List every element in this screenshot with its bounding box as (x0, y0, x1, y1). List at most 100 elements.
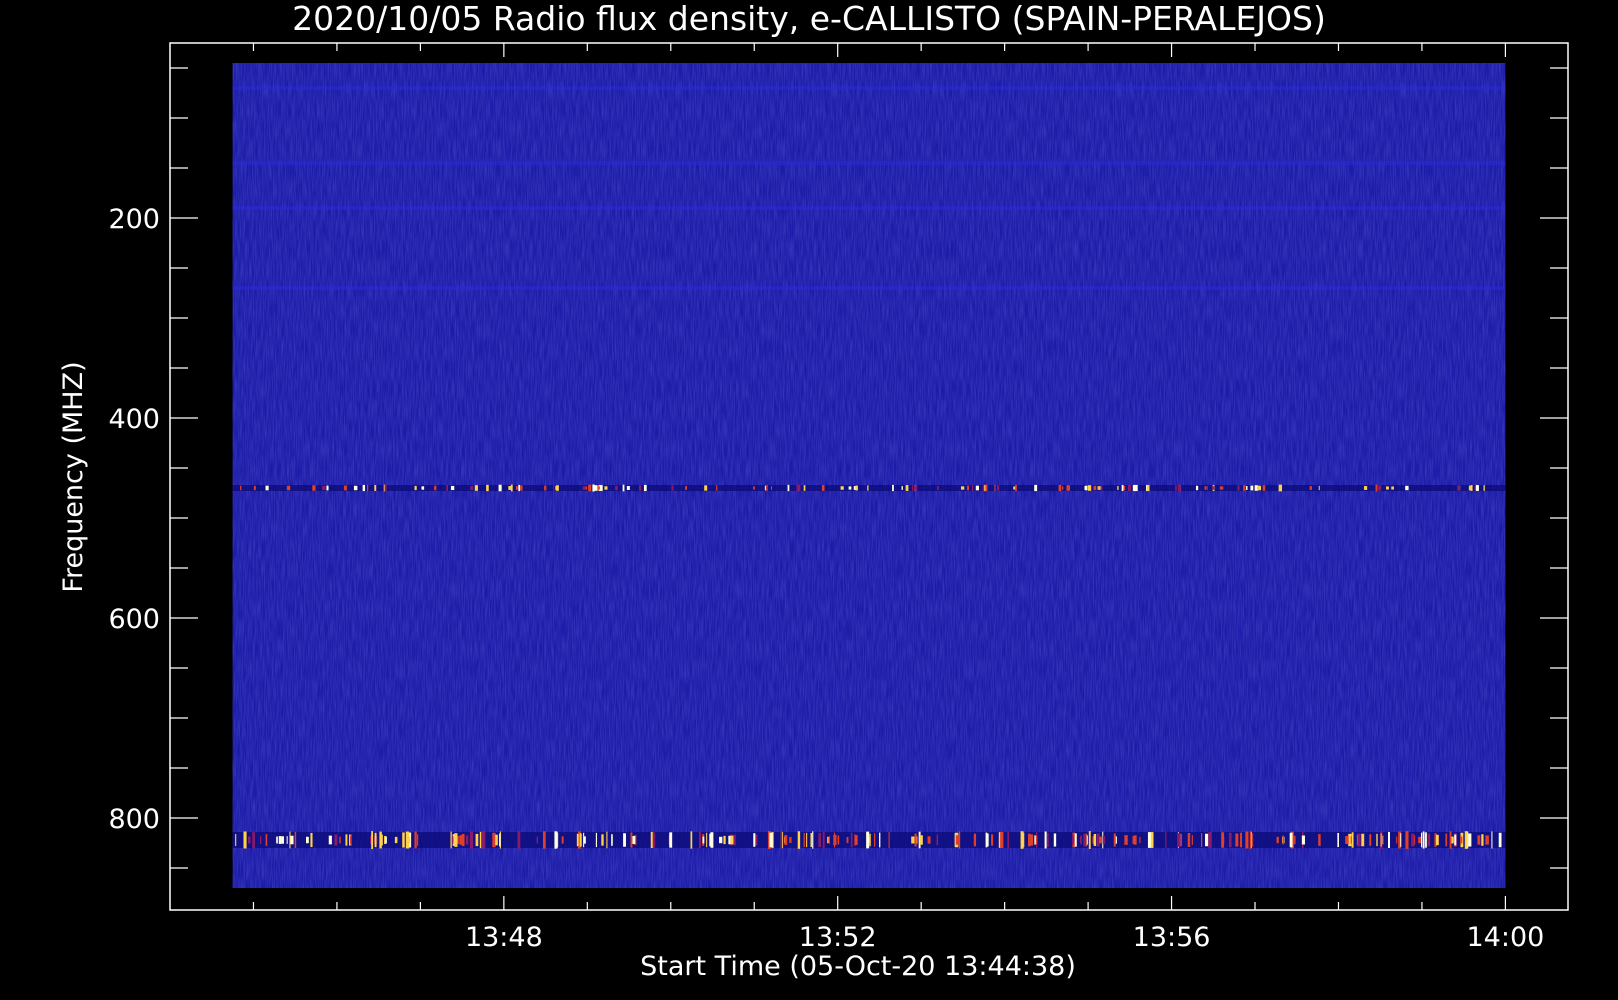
band-speckle (632, 836, 636, 844)
band-speckle (379, 831, 382, 849)
band-speckle (1345, 835, 1349, 845)
band-speckle (515, 486, 518, 490)
band-speckle (536, 836, 539, 844)
band-speckle (1337, 832, 1339, 848)
band-speckle (797, 831, 801, 849)
band-speckle (517, 831, 521, 849)
band-speckle (1139, 836, 1141, 844)
band-speckle (994, 485, 997, 491)
band-speckle (1388, 832, 1390, 848)
band-speckle (1087, 485, 1092, 491)
band-speckle (469, 831, 473, 849)
band-speckle (1243, 485, 1246, 491)
band-speckle (265, 485, 269, 491)
band-speckle (716, 485, 718, 491)
band-speckle (474, 485, 478, 491)
faint-band (232, 161, 1506, 165)
band-speckle (927, 836, 931, 844)
band-speckle (706, 832, 708, 848)
band-speckle (1411, 833, 1415, 847)
band-speckle (1228, 832, 1232, 848)
band-speckle (481, 832, 486, 848)
band-speckle (240, 485, 242, 491)
band-speckle (265, 834, 268, 846)
band-speckle (879, 832, 881, 848)
band-speckle (1093, 833, 1097, 847)
band-speckle (414, 485, 417, 491)
band-speckle (719, 836, 723, 844)
band-speckle (1191, 835, 1193, 845)
x-tick-label: 13:52 (799, 922, 877, 953)
chart-title: 2020/10/05 Radio flux density, e-CALLIST… (292, 0, 1326, 38)
band-speckle (1468, 485, 1472, 491)
band-speckle (1491, 831, 1493, 849)
band-speckle (235, 834, 237, 846)
band-speckle (1206, 486, 1208, 490)
band-speckle (1278, 484, 1283, 492)
band-speckle (818, 832, 821, 848)
band-speckle (1093, 485, 1097, 491)
band-speckle (576, 833, 579, 847)
band-speckle (812, 831, 814, 849)
band-speckle (1072, 835, 1074, 845)
band-speckle (553, 485, 555, 491)
band-speckle (555, 485, 559, 491)
band-speckle (1058, 484, 1062, 492)
band-speckle (914, 485, 918, 491)
band-speckle (1252, 833, 1254, 847)
band-speckle (1375, 484, 1378, 492)
band-speckle (901, 486, 903, 490)
band-speckle (1425, 832, 1427, 848)
band-speckle (402, 832, 405, 848)
band-speckle (1396, 836, 1398, 844)
band-speckle (434, 485, 437, 491)
y-tick-label: 800 (108, 804, 160, 835)
band-speckle (1364, 486, 1368, 490)
band-speckle (1177, 484, 1182, 492)
band-speckle (958, 831, 961, 849)
band-speckle (734, 834, 736, 846)
band-speckle (1427, 833, 1431, 847)
band-speckle (867, 485, 869, 491)
band-speckle (837, 835, 840, 845)
band-speckle (1088, 831, 1091, 849)
band-speckle (1146, 485, 1150, 491)
band-speckle (1124, 835, 1128, 845)
band-speckle (888, 831, 890, 849)
band-speckle (1405, 485, 1409, 491)
x-tick-label: 13:48 (465, 922, 543, 953)
band-speckle (1211, 486, 1215, 490)
band-speckle (789, 836, 792, 844)
band-speckle (582, 486, 586, 490)
band-speckle (326, 485, 329, 491)
band-speckle (1066, 485, 1070, 491)
band-speckle (1400, 833, 1402, 847)
band-speckle (848, 486, 852, 490)
band-speckle (1262, 485, 1266, 491)
band-speckle (685, 486, 687, 490)
band-speckle (1250, 831, 1252, 849)
band-speckle (1035, 835, 1038, 845)
band-speckle (1083, 833, 1087, 847)
band-speckle (281, 836, 284, 844)
band-speckle (1044, 831, 1047, 849)
spectrogram-image (232, 63, 1506, 888)
band-speckle (914, 833, 917, 847)
band-speckle (1445, 833, 1448, 847)
band-speckle (996, 485, 1000, 491)
band-speckle (1102, 836, 1106, 844)
band-speckle (1464, 831, 1468, 849)
band-speckle (643, 484, 647, 492)
band-speckle (638, 485, 642, 491)
y-axis-label: Frequency (MHZ) (58, 361, 89, 592)
band-speckle (248, 836, 251, 844)
band-speckle (905, 485, 909, 491)
band-speckle (704, 485, 708, 491)
band-speckle (803, 485, 806, 491)
band-speckle (1205, 833, 1209, 847)
band-speckle (1099, 836, 1102, 844)
band-speckle (787, 484, 790, 492)
band-speckle (466, 835, 469, 845)
band-speckle (544, 485, 547, 491)
band-speckle (1301, 835, 1305, 845)
